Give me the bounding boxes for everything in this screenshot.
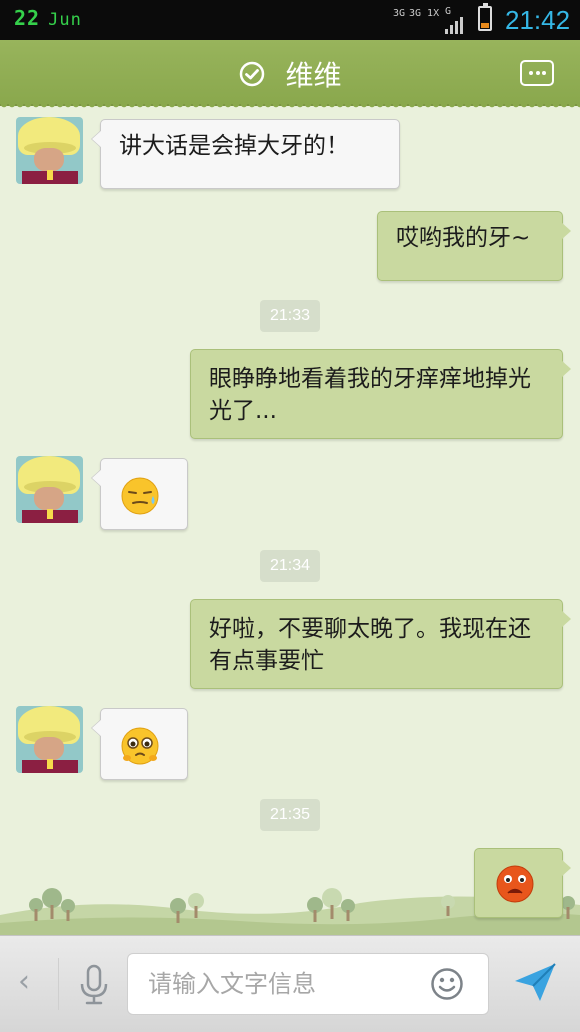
status-clock: 21:42 [505, 5, 571, 35]
more-options-button[interactable] [520, 60, 554, 86]
chevron-left-icon[interactable]: ‹ [18, 964, 30, 999]
check-circle-icon [239, 61, 264, 87]
status-date-month: Jun [48, 10, 82, 30]
angry-red-face-icon [496, 865, 534, 903]
message-bubble-outgoing[interactable]: 好啦，不要聊太晚了。我现在还有点事要忙 [190, 599, 571, 689]
contact-avatar[interactable] [16, 706, 83, 773]
contact-avatar[interactable] [16, 117, 83, 184]
contact-name[interactable]: 维维 [285, 54, 341, 94]
teary-eyed-face-icon [121, 727, 159, 765]
status-bar: 22 Jun 3G 3G 1X G 21:42 [0, 0, 580, 40]
message-timestamp: 21:35 [260, 799, 320, 831]
chat-message-list[interactable]: 讲大话是会掉大牙的！ 哎哟我的牙~ 21:33 眼睁睁地看着我的牙痒痒地掉光光了… [0, 110, 580, 935]
message-text: 眼睁睁地看着我的牙痒痒地掉光光了... [209, 366, 531, 424]
chat-header: 维维 [0, 40, 580, 106]
input-bar-divider [58, 958, 59, 1010]
header-title-group: 维维 [0, 54, 580, 94]
battery-level [481, 23, 489, 28]
network-type-1: 3G [393, 8, 406, 19]
smiley-icon[interactable] [430, 967, 464, 1001]
message-bubble-outgoing[interactable]: 哎哟我的牙~ [377, 211, 571, 281]
battery-icon [478, 3, 492, 31]
network-signal-icons: 3G 3G 1X G [393, 6, 473, 34]
message-bubble-outgoing[interactable]: 眼睁睁地看着我的牙痒痒地掉光光了... [190, 349, 571, 439]
message-text: 好啦，不要聊太晚了。我现在还有点事要忙 [209, 616, 531, 674]
message-bubble-outgoing[interactable] [474, 848, 571, 918]
message-text-field[interactable] [127, 953, 489, 1015]
message-text: 讲大话是会掉大牙的！ [119, 133, 349, 159]
message-input-bar: ‹ [0, 935, 580, 1032]
send-icon[interactable] [512, 961, 558, 1003]
signal-bars-icon [445, 17, 463, 34]
message-bubble-incoming[interactable] [91, 458, 188, 530]
status-date-day: 22 [14, 6, 41, 30]
network-type-2: 3G 1X [409, 8, 440, 19]
message-bubble-incoming[interactable] [91, 708, 188, 780]
message-bubble-incoming[interactable]: 讲大话是会掉大牙的！ [91, 119, 400, 189]
message-input[interactable] [146, 964, 420, 1004]
microphone-icon[interactable] [78, 964, 110, 1006]
message-text: 哎哟我的牙~ [396, 225, 531, 251]
contact-avatar[interactable] [16, 456, 83, 523]
message-timestamp: 21:34 [260, 550, 320, 582]
message-timestamp: 21:33 [260, 300, 320, 332]
status-date: 22 Jun [14, 6, 82, 30]
sweat-face-icon [121, 477, 159, 515]
